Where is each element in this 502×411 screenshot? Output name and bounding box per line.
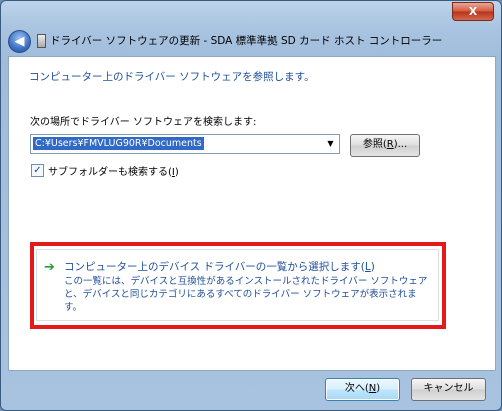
path-input-value[interactable]: C:¥Users¥FMVLUG90R¥Documents: [33, 137, 204, 150]
close-icon: X: [468, 5, 478, 18]
close-button[interactable]: X: [452, 2, 494, 21]
browse-button[interactable]: 参照(R)...: [350, 134, 420, 157]
next-button[interactable]: 次へ(N): [325, 378, 400, 401]
option-title-suffix: ): [370, 261, 375, 273]
back-button[interactable]: ◀: [8, 30, 31, 53]
next-label-prefix: 次へ(: [344, 383, 369, 394]
cancel-button[interactable]: キャンセル: [411, 378, 486, 401]
subfolder-label-suffix: ): [174, 167, 179, 178]
green-arrow-icon: ➔: [44, 260, 55, 275]
pick-from-list-link[interactable]: コンピューター上のデバイス ドライバーの一覧から選択します(L): [64, 259, 375, 274]
next-label-suffix: ): [376, 383, 381, 394]
search-location-label: 次の場所でドライバー ソフトウェアを検索します:: [30, 117, 257, 128]
subfolder-checkbox[interactable]: ✓: [31, 164, 44, 177]
path-combobox[interactable]: C:¥Users¥FMVLUG90R¥Documents ▼: [30, 134, 340, 154]
browse-label-suffix: )...: [393, 139, 408, 150]
back-arrow-icon: ◀: [14, 34, 25, 49]
dropdown-arrow-icon[interactable]: ▼: [324, 137, 337, 151]
page-heading: コンピューター上のドライバー ソフトウェアを参照します。: [29, 71, 315, 83]
option-title-prefix: コンピューター上のデバイス ドライバーの一覧から選択します(: [64, 261, 365, 273]
driver-update-window: X ◀ ドライバー ソフトウェアの更新 - SDA 標準準拠 SD カード ホス…: [0, 0, 502, 411]
subfolder-label-prefix: サブフォルダーも検索する(: [48, 167, 172, 178]
device-icon: [37, 34, 46, 48]
option-description: この一覧には、デバイスと互換性があるインストールされたドライバー ソフトウェアと…: [64, 276, 428, 313]
title-bar[interactable]: X: [1, 1, 501, 29]
browse-label-key: R: [386, 139, 394, 150]
browse-label-prefix: 参照(: [362, 139, 387, 150]
dialog-title: ドライバー ソフトウェアの更新 - SDA 標準準拠 SD カード ホスト コン…: [50, 35, 443, 47]
subfolder-label[interactable]: サブフォルダーも検索する(I): [48, 163, 179, 178]
